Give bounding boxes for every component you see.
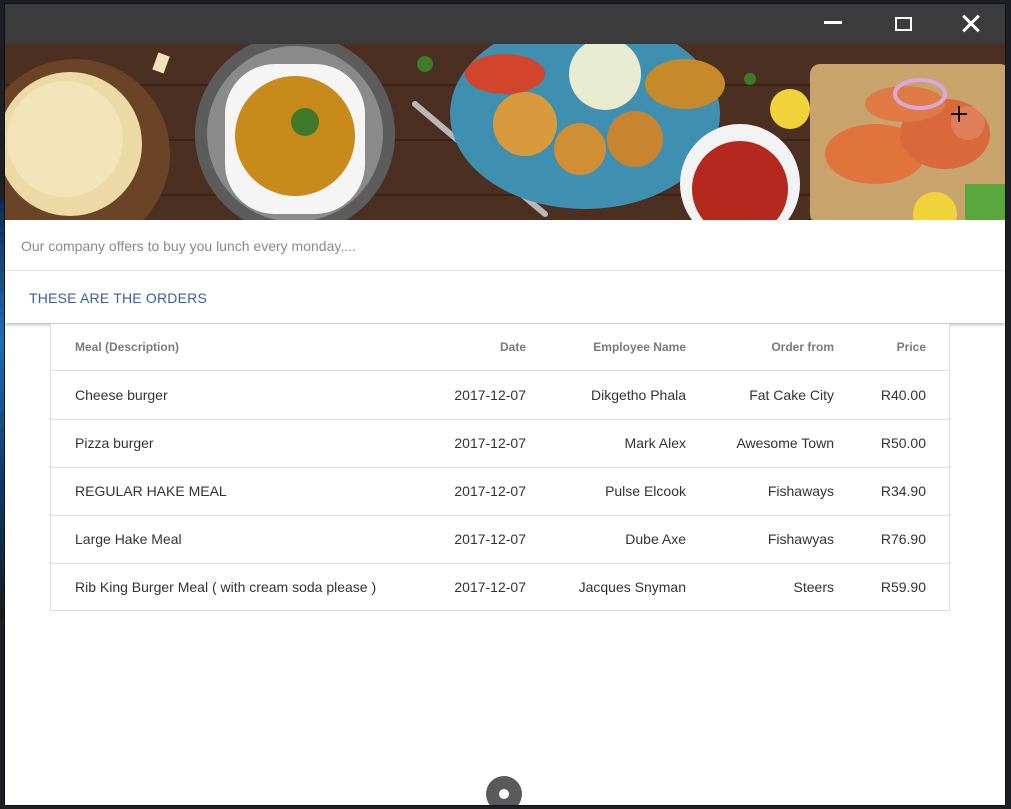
orders-title: THESE ARE THE ORDERS <box>29 290 208 306</box>
price-cell: R34.90 <box>880 483 926 499</box>
order-from-cell: Fat Cake City <box>749 387 834 403</box>
employee-cell: Dube Axe <box>625 531 686 547</box>
maximize-button[interactable] <box>880 4 926 44</box>
meal-cell: Cheese burger <box>75 387 168 403</box>
price-cell: R50.00 <box>880 435 926 451</box>
minimize-button[interactable] <box>810 4 856 44</box>
intro-text: Our company offers to buy you lunch ever… <box>21 238 356 254</box>
add-order-button[interactable] <box>951 106 985 140</box>
employee-cell: Pulse Elcook <box>605 483 686 499</box>
column-header-price[interactable]: Price <box>851 324 926 370</box>
close-button[interactable] <box>948 4 994 44</box>
column-header-employee[interactable]: Employee Name <box>541 324 686 370</box>
close-icon <box>961 14 981 34</box>
floating-action-button[interactable] <box>486 776 522 805</box>
food-illustration <box>5 44 1005 220</box>
date-cell: 2017-12-07 <box>454 483 526 499</box>
price-cell: R40.00 <box>880 387 926 403</box>
food-banner-image <box>5 44 1005 220</box>
column-header-date[interactable]: Date <box>431 324 526 370</box>
maximize-icon <box>894 17 912 31</box>
table-row[interactable]: Rib King Burger Meal ( with cream soda p… <box>51 563 949 611</box>
table-row[interactable]: Cheese burger 2017-12-07 Dikgetho Phala … <box>51 371 949 420</box>
column-header-order-from[interactable]: Order from <box>701 324 834 370</box>
plus-icon <box>951 106 967 122</box>
meal-cell: Rib King Burger Meal ( with cream soda p… <box>75 579 377 595</box>
intro-section: Our company offers to buy you lunch ever… <box>5 220 1005 271</box>
meal-cell: Large Hake Meal <box>75 531 182 547</box>
price-cell: R76.90 <box>880 531 926 547</box>
order-from-cell: Awesome Town <box>736 435 834 451</box>
meal-cell: Pizza burger <box>75 435 154 451</box>
employee-cell: Jacques Snyman <box>578 579 686 595</box>
date-cell: 2017-12-07 <box>454 387 526 403</box>
order-from-cell: Steers <box>793 579 834 595</box>
orders-table: Meal (Description) Date Employee Name Or… <box>50 324 950 611</box>
minimize-icon <box>824 20 842 24</box>
order-from-cell: Fishaways <box>767 483 834 499</box>
date-cell: 2017-12-07 <box>454 531 526 547</box>
table-row[interactable]: Large Hake Meal 2017-12-07 Dube Axe Fish… <box>51 515 949 564</box>
employee-cell: Dikgetho Phala <box>591 387 686 403</box>
price-cell: R59.90 <box>880 579 926 595</box>
employee-cell: Mark Alex <box>624 435 686 451</box>
table-row[interactable]: REGULAR HAKE MEAL 2017-12-07 Pulse Elcoo… <box>51 467 949 516</box>
title-bar <box>5 4 1005 44</box>
table-header-row: Meal (Description) Date Employee Name Or… <box>51 324 949 371</box>
order-from-cell: Fishawyas <box>767 531 834 547</box>
column-header-meal[interactable]: Meal (Description) <box>75 324 415 370</box>
app-window: Our company offers to buy you lunch ever… <box>5 4 1005 805</box>
dot-icon <box>499 789 509 799</box>
date-cell: 2017-12-07 <box>454 579 526 595</box>
date-cell: 2017-12-07 <box>454 435 526 451</box>
meal-cell: REGULAR HAKE MEAL <box>75 483 227 499</box>
table-row[interactable]: Pizza burger 2017-12-07 Mark Alex Awesom… <box>51 419 949 468</box>
orders-header: THESE ARE THE ORDERS <box>5 271 1005 323</box>
